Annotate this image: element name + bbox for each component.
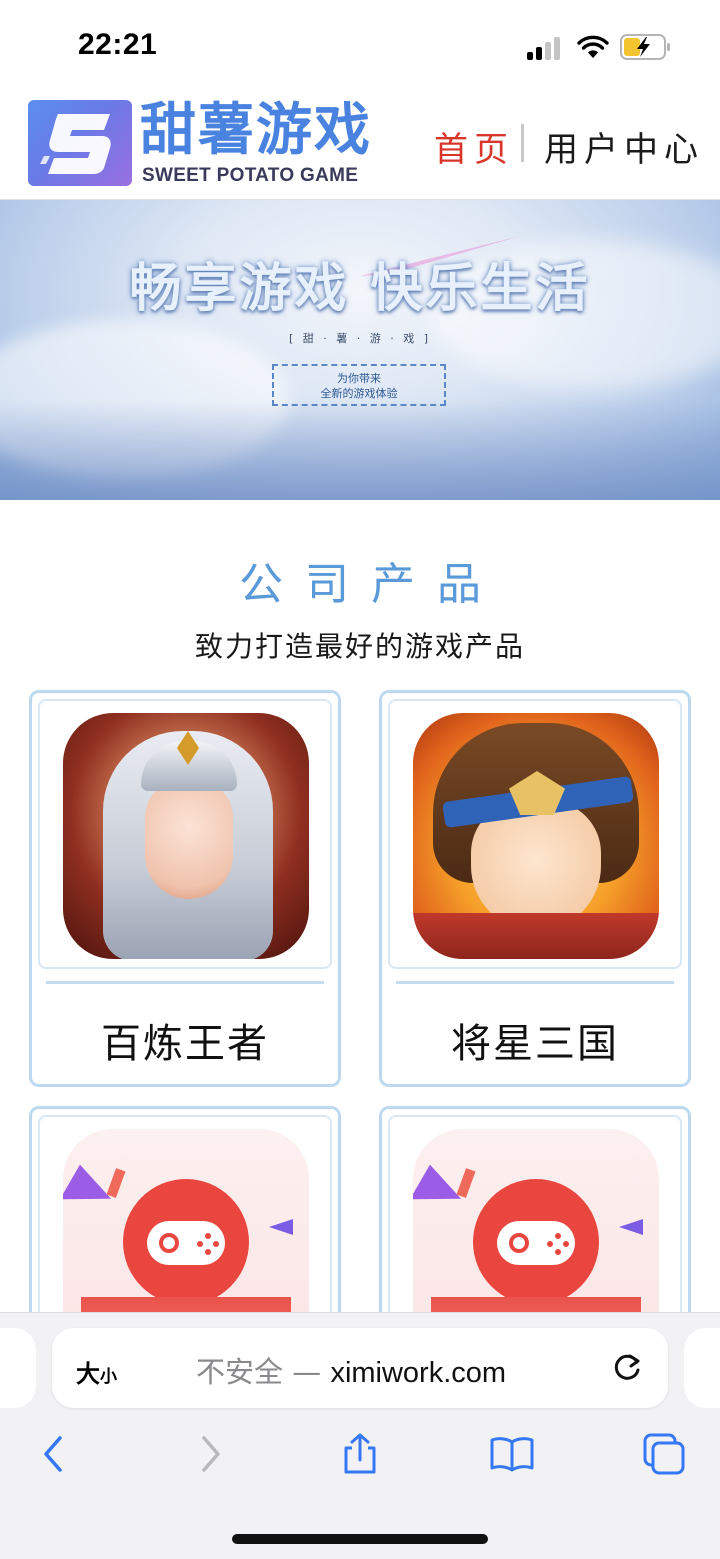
product-card[interactable]: 将星三国	[379, 690, 691, 1087]
cellular-signal-icon	[527, 36, 561, 60]
home-indicator[interactable]	[232, 1534, 488, 1544]
text-size-large: 大	[76, 1360, 100, 1388]
logo-s-icon	[40, 114, 111, 174]
text-size-button[interactable]: 大小	[76, 1354, 117, 1389]
bookmarks-icon[interactable]	[490, 1432, 534, 1476]
tabs-icon[interactable]	[642, 1432, 686, 1476]
banner-caption-line: 全新的游戏体验	[320, 387, 398, 400]
product-card[interactable]: 百炼王者	[29, 690, 341, 1087]
logo-title: 甜薯游戏	[140, 98, 372, 163]
banner-headline: 畅享游戏 快乐生活	[129, 259, 591, 319]
logo-mark[interactable]	[28, 100, 132, 186]
status-time: 22:21	[78, 28, 158, 61]
nav-divider	[521, 124, 524, 162]
banner-mountains	[0, 400, 720, 500]
insecure-label: 不安全 —	[196, 1355, 331, 1389]
battery-charging-icon	[620, 34, 670, 60]
nav-user-center-link[interactable]: 用户中心	[544, 122, 704, 171]
url-domain: ximiwork.com	[330, 1357, 507, 1389]
reload-icon[interactable]	[608, 1348, 646, 1386]
card-divider	[46, 981, 324, 984]
card-divider	[396, 981, 674, 984]
hero-game-icon[interactable]	[413, 713, 659, 959]
share-icon[interactable]	[338, 1432, 382, 1476]
product-name[interactable]: 百炼王者	[32, 1011, 338, 1069]
previous-tab-preview[interactable]	[0, 1328, 36, 1408]
banner-tagline: [ 甜 · 薯 · 游 · 戏 ]	[288, 332, 432, 345]
section-title: 公司产品	[239, 559, 503, 610]
logo-subtitle: SWEET POTATO GAME	[142, 165, 359, 186]
banner-caption-box: 为你带来 全新的游戏体验	[272, 364, 446, 406]
nav-home-link[interactable]: 首页	[434, 122, 514, 171]
section-subtitle: 致力打造最好的游戏产品	[194, 630, 525, 663]
banner-caption-line: 为你带来	[337, 372, 381, 385]
next-tab-preview[interactable]	[684, 1328, 720, 1408]
url-display[interactable]: 不安全 — ximiwork.com	[196, 1349, 506, 1391]
back-icon[interactable]	[32, 1432, 76, 1476]
text-size-small: 小	[100, 1367, 117, 1387]
forward-icon[interactable]	[188, 1432, 232, 1476]
product-name[interactable]: 将星三国	[382, 1011, 688, 1069]
warrior-game-icon[interactable]	[63, 713, 309, 959]
wifi-icon	[577, 35, 609, 58]
